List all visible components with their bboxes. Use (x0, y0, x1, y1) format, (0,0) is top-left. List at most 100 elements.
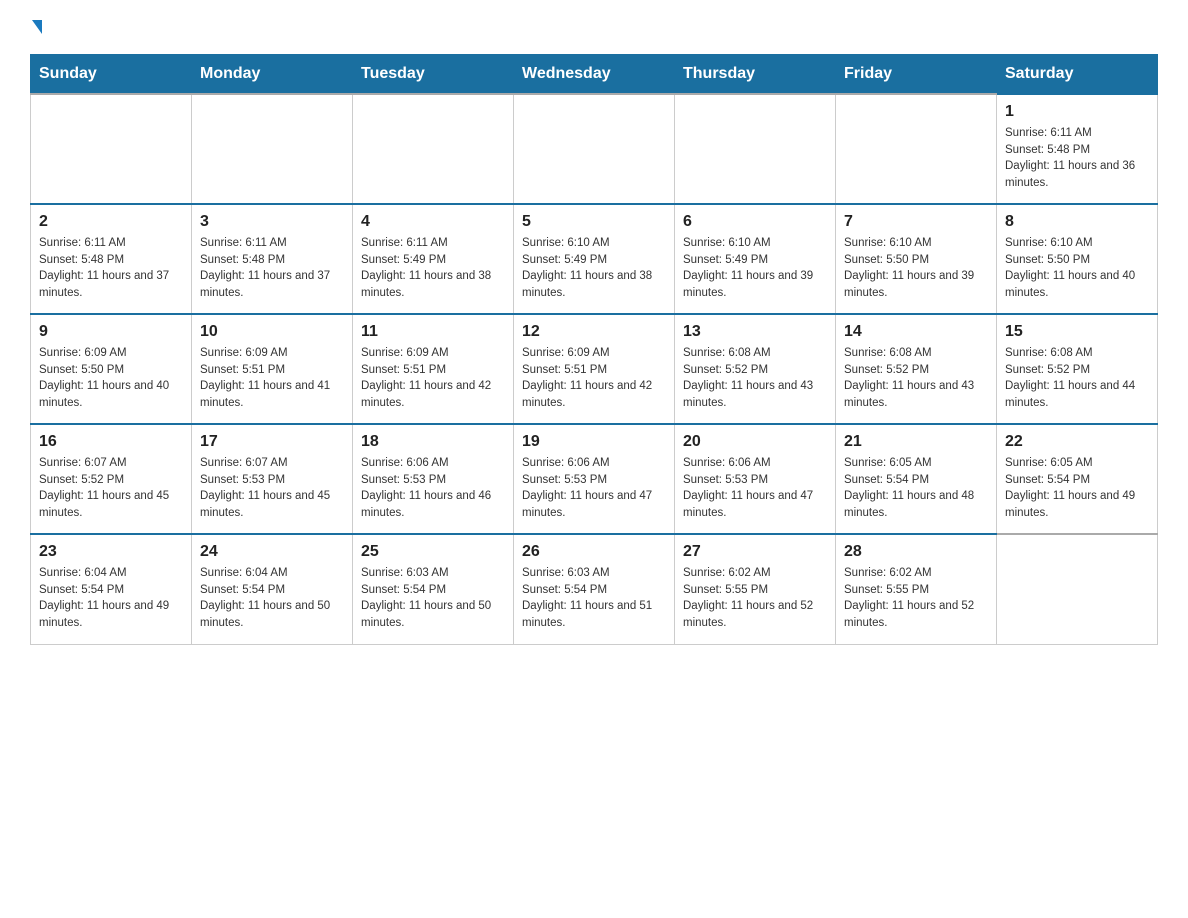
calendar-cell (353, 94, 514, 204)
calendar-cell: 18 Sunrise: 6:06 AM Sunset: 5:53 PM Dayli… (353, 424, 514, 534)
weekday-header-saturday: Saturday (997, 55, 1158, 95)
day-number: 14 (844, 323, 988, 341)
day-info: Sunrise: 6:04 AM Sunset: 5:54 PM Dayligh… (39, 565, 183, 632)
page-header (30, 20, 1158, 34)
day-info: Sunrise: 6:05 AM Sunset: 5:54 PM Dayligh… (1005, 455, 1149, 522)
week-row-1: 1 Sunrise: 6:11 AM Sunset: 5:48 PM Daylig… (31, 94, 1158, 204)
day-number: 28 (844, 543, 988, 561)
weekday-header-wednesday: Wednesday (514, 55, 675, 95)
day-number: 11 (361, 323, 505, 341)
calendar-cell: 27 Sunrise: 6:02 AM Sunset: 5:55 PM Dayli… (675, 534, 836, 644)
calendar-table: SundayMondayTuesdayWednesdayThursdayFrid… (30, 54, 1158, 645)
calendar-cell (514, 94, 675, 204)
day-number: 4 (361, 213, 505, 231)
calendar-cell (997, 534, 1158, 644)
day-info: Sunrise: 6:11 AM Sunset: 5:48 PM Dayligh… (1005, 125, 1149, 192)
day-number: 21 (844, 433, 988, 451)
week-row-5: 23 Sunrise: 6:04 AM Sunset: 5:54 PM Dayli… (31, 534, 1158, 644)
day-number: 3 (200, 213, 344, 231)
logo-arrow-icon (32, 20, 42, 34)
calendar-cell: 10 Sunrise: 6:09 AM Sunset: 5:51 PM Dayli… (192, 314, 353, 424)
calendar-cell: 26 Sunrise: 6:03 AM Sunset: 5:54 PM Dayli… (514, 534, 675, 644)
week-row-3: 9 Sunrise: 6:09 AM Sunset: 5:50 PM Daylig… (31, 314, 1158, 424)
calendar-cell: 5 Sunrise: 6:10 AM Sunset: 5:49 PM Daylig… (514, 204, 675, 314)
day-number: 6 (683, 213, 827, 231)
calendar-cell (31, 94, 192, 204)
calendar-cell: 7 Sunrise: 6:10 AM Sunset: 5:50 PM Daylig… (836, 204, 997, 314)
day-info: Sunrise: 6:03 AM Sunset: 5:54 PM Dayligh… (361, 565, 505, 632)
day-info: Sunrise: 6:08 AM Sunset: 5:52 PM Dayligh… (844, 345, 988, 412)
day-info: Sunrise: 6:10 AM Sunset: 5:49 PM Dayligh… (522, 235, 666, 302)
calendar-cell: 23 Sunrise: 6:04 AM Sunset: 5:54 PM Dayli… (31, 534, 192, 644)
day-info: Sunrise: 6:10 AM Sunset: 5:50 PM Dayligh… (844, 235, 988, 302)
calendar-cell: 14 Sunrise: 6:08 AM Sunset: 5:52 PM Dayli… (836, 314, 997, 424)
week-row-4: 16 Sunrise: 6:07 AM Sunset: 5:52 PM Dayli… (31, 424, 1158, 534)
calendar-cell: 8Sunrise: 6:10 AM Sunset: 5:50 PM Daylig… (997, 204, 1158, 314)
day-info: Sunrise: 6:09 AM Sunset: 5:50 PM Dayligh… (39, 345, 183, 412)
day-number: 10 (200, 323, 344, 341)
calendar-cell: 6Sunrise: 6:10 AM Sunset: 5:49 PM Daylig… (675, 204, 836, 314)
day-info: Sunrise: 6:02 AM Sunset: 5:55 PM Dayligh… (683, 565, 827, 632)
calendar-cell: 20 Sunrise: 6:06 AM Sunset: 5:53 PM Dayli… (675, 424, 836, 534)
day-info: Sunrise: 6:09 AM Sunset: 5:51 PM Dayligh… (522, 345, 666, 412)
calendar-cell (836, 94, 997, 204)
calendar-cell: 19 Sunrise: 6:06 AM Sunset: 5:53 PM Dayli… (514, 424, 675, 534)
day-number: 24 (200, 543, 344, 561)
calendar-cell: 2 Sunrise: 6:11 AM Sunset: 5:48 PM Daylig… (31, 204, 192, 314)
day-info: Sunrise: 6:06 AM Sunset: 5:53 PM Dayligh… (361, 455, 505, 522)
calendar-cell: 15 Sunrise: 6:08 AM Sunset: 5:52 PM Dayli… (997, 314, 1158, 424)
calendar-cell: 9 Sunrise: 6:09 AM Sunset: 5:50 PM Daylig… (31, 314, 192, 424)
day-info: Sunrise: 6:04 AM Sunset: 5:54 PM Dayligh… (200, 565, 344, 632)
day-info: Sunrise: 6:09 AM Sunset: 5:51 PM Dayligh… (200, 345, 344, 412)
logo (30, 20, 42, 34)
calendar-cell: 21 Sunrise: 6:05 AM Sunset: 5:54 PM Dayli… (836, 424, 997, 534)
calendar-cell (192, 94, 353, 204)
day-number: 22 (1005, 433, 1149, 451)
day-number: 18 (361, 433, 505, 451)
calendar-cell: 11 Sunrise: 6:09 AM Sunset: 5:51 PM Dayli… (353, 314, 514, 424)
day-number: 17 (200, 433, 344, 451)
day-info: Sunrise: 6:03 AM Sunset: 5:54 PM Dayligh… (522, 565, 666, 632)
weekday-header-tuesday: Tuesday (353, 55, 514, 95)
calendar-cell: 28 Sunrise: 6:02 AM Sunset: 5:55 PM Dayli… (836, 534, 997, 644)
day-number: 26 (522, 543, 666, 561)
day-info: Sunrise: 6:08 AM Sunset: 5:52 PM Dayligh… (1005, 345, 1149, 412)
day-info: Sunrise: 6:02 AM Sunset: 5:55 PM Dayligh… (844, 565, 988, 632)
calendar-cell: 22 Sunrise: 6:05 AM Sunset: 5:54 PM Dayli… (997, 424, 1158, 534)
day-info: Sunrise: 6:11 AM Sunset: 5:48 PM Dayligh… (200, 235, 344, 302)
day-info: Sunrise: 6:11 AM Sunset: 5:48 PM Dayligh… (39, 235, 183, 302)
day-info: Sunrise: 6:06 AM Sunset: 5:53 PM Dayligh… (522, 455, 666, 522)
day-number: 20 (683, 433, 827, 451)
calendar-cell (675, 94, 836, 204)
day-info: Sunrise: 6:07 AM Sunset: 5:52 PM Dayligh… (39, 455, 183, 522)
day-number: 12 (522, 323, 666, 341)
day-number: 7 (844, 213, 988, 231)
calendar-cell: 24 Sunrise: 6:04 AM Sunset: 5:54 PM Dayli… (192, 534, 353, 644)
day-info: Sunrise: 6:05 AM Sunset: 5:54 PM Dayligh… (844, 455, 988, 522)
day-number: 2 (39, 213, 183, 231)
weekday-header-friday: Friday (836, 55, 997, 95)
day-info: Sunrise: 6:09 AM Sunset: 5:51 PM Dayligh… (361, 345, 505, 412)
day-info: Sunrise: 6:06 AM Sunset: 5:53 PM Dayligh… (683, 455, 827, 522)
day-number: 5 (522, 213, 666, 231)
calendar-cell: 12 Sunrise: 6:09 AM Sunset: 5:51 PM Dayli… (514, 314, 675, 424)
day-number: 1 (1005, 103, 1149, 121)
day-number: 15 (1005, 323, 1149, 341)
weekday-header-sunday: Sunday (31, 55, 192, 95)
day-info: Sunrise: 6:07 AM Sunset: 5:53 PM Dayligh… (200, 455, 344, 522)
calendar-cell: 1 Sunrise: 6:11 AM Sunset: 5:48 PM Daylig… (997, 94, 1158, 204)
day-number: 16 (39, 433, 183, 451)
day-number: 23 (39, 543, 183, 561)
calendar-cell: 3 Sunrise: 6:11 AM Sunset: 5:48 PM Daylig… (192, 204, 353, 314)
week-row-2: 2 Sunrise: 6:11 AM Sunset: 5:48 PM Daylig… (31, 204, 1158, 314)
weekday-header-row: SundayMondayTuesdayWednesdayThursdayFrid… (31, 55, 1158, 95)
day-number: 27 (683, 543, 827, 561)
day-info: Sunrise: 6:10 AM Sunset: 5:50 PM Dayligh… (1005, 235, 1149, 302)
day-number: 19 (522, 433, 666, 451)
day-number: 9 (39, 323, 183, 341)
weekday-header-thursday: Thursday (675, 55, 836, 95)
calendar-cell: 13Sunrise: 6:08 AM Sunset: 5:52 PM Dayli… (675, 314, 836, 424)
weekday-header-monday: Monday (192, 55, 353, 95)
day-number: 25 (361, 543, 505, 561)
calendar-cell: 25 Sunrise: 6:03 AM Sunset: 5:54 PM Dayli… (353, 534, 514, 644)
